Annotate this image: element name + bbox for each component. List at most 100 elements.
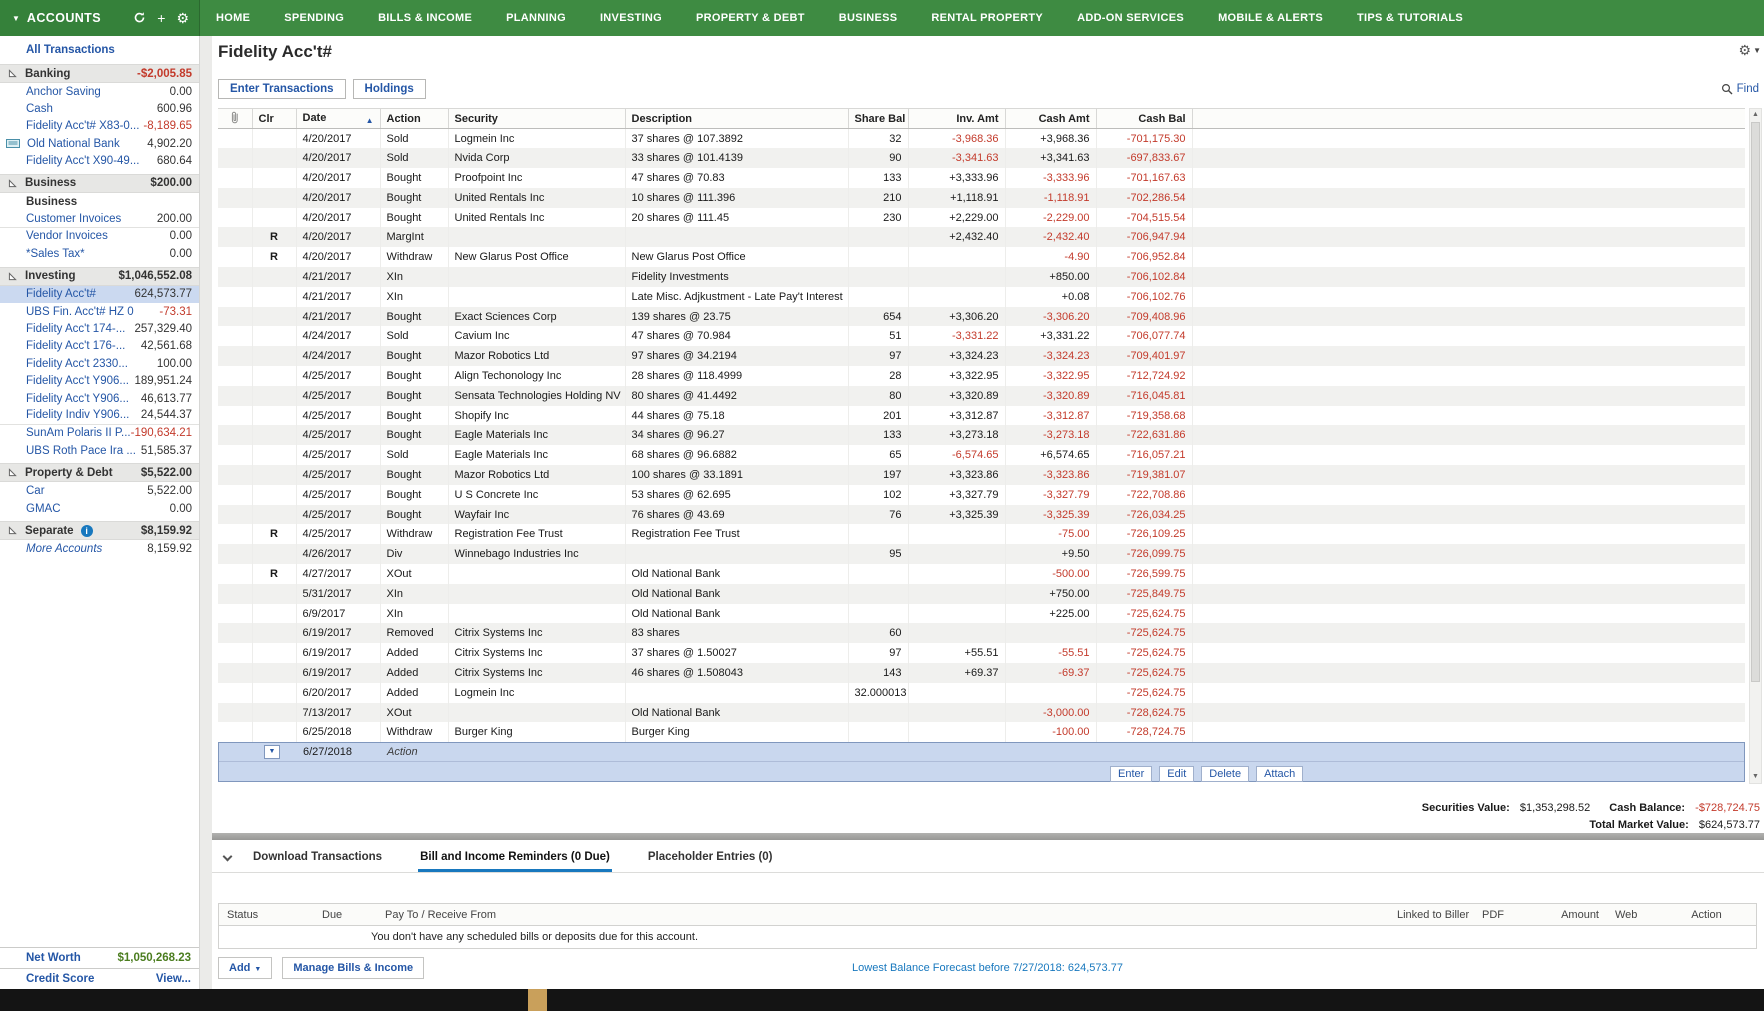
table-row[interactable]: 4/24/2017SoldCavium Inc47 shares @ 70.98… — [218, 326, 1745, 346]
scrollbar-thumb[interactable] — [1751, 122, 1760, 682]
table-row[interactable]: 4/26/2017DivWinnebago Industries Inc95+9… — [218, 544, 1745, 564]
scroll-up-icon[interactable]: ▲ — [1750, 109, 1761, 121]
sidebar-item-fidelity-acc-t[interactable]: Fidelity Acc't#624,573.77 — [0, 286, 199, 303]
nav-item-business[interactable]: BUSINESS — [839, 12, 898, 24]
table-row[interactable]: 4/25/2017SoldEagle Materials Inc68 share… — [218, 445, 1745, 465]
table-row[interactable]: 4/25/2017BoughtEagle Materials Inc34 sha… — [218, 425, 1745, 445]
sidebar-item-sunam-polaris-ii-p[interactable]: SunAm Polaris II P...-190,634.21 — [0, 425, 199, 442]
nav-item-add-on-services[interactable]: ADD-ON SERVICES — [1077, 12, 1184, 24]
table-row[interactable]: 6/25/2018WithdrawBurger KingBurger King-… — [218, 722, 1745, 742]
sidebar-group-header-business[interactable]: Business$200.00 — [0, 174, 199, 193]
new-transaction-entry[interactable]: ▼ 6/27/2018 Action EnterEditDeleteAttach — [218, 742, 1745, 782]
table-row[interactable]: 4/20/2017BoughtUnited Rentals Inc10 shar… — [218, 188, 1745, 208]
net-worth-row[interactable]: Net Worth $1,050,268.23 — [0, 947, 199, 968]
enter-transactions-button[interactable]: Enter Transactions — [218, 79, 346, 99]
table-row[interactable]: 6/9/2017XInOld National Bank+225.00-725,… — [218, 604, 1745, 624]
table-row[interactable]: 4/25/2017BoughtAlign Techonology Inc28 s… — [218, 366, 1745, 386]
column-header-clr[interactable]: Clr — [252, 109, 296, 129]
tab-bill-and-income-reminders-0-due[interactable]: Bill and Income Reminders (0 Due) — [418, 844, 612, 872]
holdings-button[interactable]: Holdings — [353, 79, 426, 99]
table-row[interactable]: 4/20/2017SoldNvida Corp33 shares @ 101.4… — [218, 148, 1745, 168]
table-row[interactable]: 7/13/2017XOutOld National Bank-3,000.00-… — [218, 703, 1745, 723]
table-row[interactable]: R4/27/2017XOutOld National Bank-500.00-7… — [218, 564, 1745, 584]
tab-download-transactions[interactable]: Download Transactions — [251, 844, 384, 872]
sidebar-item-fidelity-acc-t-176[interactable]: Fidelity Acc't 176-...42,561.68 — [0, 338, 199, 355]
table-row[interactable]: 4/21/2017BoughtExact Sciences Corp139 sh… — [218, 307, 1745, 327]
table-row[interactable]: 4/25/2017BoughtSensata Technologies Hold… — [218, 386, 1745, 406]
sidebar-group-header-property-debt[interactable]: Property & Debt$5,522.00 — [0, 463, 199, 482]
sidebar-item-fidelity-indiv-y906[interactable]: Fidelity Indiv Y906...24,544.37 — [0, 407, 199, 424]
credit-score-row[interactable]: Credit Score View... — [0, 968, 199, 989]
edit-button[interactable]: Edit — [1159, 766, 1194, 782]
sort-ascending-icon[interactable]: ▲ — [366, 116, 374, 125]
sidebar-item-fidelity-acc-t-x83-0[interactable]: Fidelity Acc't# X83-0...-8,189.65 — [0, 118, 199, 135]
sidebar-item-fidelity-acc-t-y906[interactable]: Fidelity Acc't Y906...46,613.77 — [0, 390, 199, 407]
sidebar-item-fidelity-acc-t-y906[interactable]: Fidelity Acc't Y906...189,951.24 — [0, 372, 199, 389]
scroll-down-icon[interactable]: ▼ — [1750, 771, 1761, 783]
enter-button[interactable]: Enter — [1110, 766, 1152, 782]
tab-placeholder-entries-0[interactable]: Placeholder Entries (0) — [646, 844, 775, 872]
nav-item-planning[interactable]: PLANNING — [506, 12, 566, 24]
table-row[interactable]: 5/31/2017XInOld National Bank+750.00-725… — [218, 584, 1745, 604]
sidebar-item-cash[interactable]: Cash600.96 — [0, 100, 199, 117]
table-row[interactable]: 6/19/2017AddedCitrix Systems Inc37 share… — [218, 643, 1745, 663]
sidebar-group-header-separate[interactable]: Separatei$8,159.92 — [0, 521, 199, 540]
add-reminder-button[interactable]: Add▼ — [218, 957, 272, 979]
table-row[interactable]: 4/25/2017BoughtShopify Inc44 shares @ 75… — [218, 406, 1745, 426]
sidebar-item-fidelity-acc-t-174[interactable]: Fidelity Acc't 174-...257,329.40 — [0, 320, 199, 337]
sidebar-group-header-investing[interactable]: Investing$1,046,552.08 — [0, 267, 199, 286]
sidebar-item-old-national-bank[interactable]: Old National Bank4,902.20 — [0, 135, 199, 152]
info-icon[interactable]: i — [81, 525, 93, 537]
sidebar-item-all-transactions[interactable]: All Transactions — [0, 39, 199, 60]
table-row[interactable]: 4/20/2017BoughtUnited Rentals Inc20 shar… — [218, 208, 1745, 228]
nav-item-bills-income[interactable]: BILLS & INCOME — [378, 12, 472, 24]
table-row[interactable]: 4/21/2017XInLate Misc. Adjkustment - Lat… — [218, 287, 1745, 307]
sidebar-item-business[interactable]: Business — [0, 193, 199, 210]
column-header-description[interactable]: Description — [625, 109, 848, 129]
nav-item-tips-tutorials[interactable]: TIPS & TUTORIALS — [1357, 12, 1463, 24]
table-row[interactable]: 4/20/2017SoldLogmein Inc37 shares @ 107.… — [218, 129, 1745, 149]
column-header-inv-amt[interactable]: Inv. Amt — [908, 109, 1005, 129]
table-row[interactable]: 4/20/2017BoughtProofpoint Inc47 shares @… — [218, 168, 1745, 188]
sidebar-item-ubs-roth-pace-ira[interactable]: UBS Roth Pace Ira ...51,585.37 — [0, 442, 199, 459]
sidebar-item-anchor-saving[interactable]: Anchor Saving0.00 — [0, 83, 199, 100]
column-header-cash-bal[interactable]: Cash Bal — [1096, 109, 1192, 129]
add-account-icon[interactable]: + — [157, 11, 165, 25]
lowest-balance-forecast-link[interactable]: Lowest Balance Forecast before 7/27/2018… — [852, 962, 1123, 974]
taskbar-app-icon[interactable] — [528, 989, 547, 1011]
table-row[interactable]: 4/21/2017XInFidelity Investments+850.00-… — [218, 267, 1745, 287]
column-header-cash-amt[interactable]: Cash Amt — [1005, 109, 1096, 129]
table-row[interactable]: 6/19/2017RemovedCitrix Systems Inc83 sha… — [218, 623, 1745, 643]
table-row[interactable]: 4/25/2017BoughtU S Concrete Inc53 shares… — [218, 485, 1745, 505]
sidebar-item-car[interactable]: Car5,522.00 — [0, 482, 199, 499]
sidebar-item-gmac[interactable]: GMAC0.00 — [0, 500, 199, 517]
accounts-gear-icon[interactable]: ⚙ — [176, 11, 189, 25]
table-row[interactable]: R4/25/2017WithdrawRegistration Fee Trust… — [218, 524, 1745, 544]
table-row[interactable]: R4/20/2017MargInt+2,432.40-2,432.40-706,… — [218, 227, 1745, 247]
nav-item-investing[interactable]: INVESTING — [600, 12, 662, 24]
sidebar-item-vendor-invoices[interactable]: Vendor Invoices0.00 — [0, 228, 199, 245]
table-row[interactable]: 4/25/2017BoughtWayfair Inc76 shares @ 43… — [218, 505, 1745, 525]
column-header-security[interactable]: Security — [448, 109, 625, 129]
column-header-share-bal[interactable]: Share Bal — [848, 109, 908, 129]
panel-splitter[interactable] — [212, 833, 1764, 840]
account-actions-gear[interactable]: ⚙ ▼ — [1739, 42, 1761, 59]
manage-bills-income-button[interactable]: Manage Bills & Income — [282, 957, 424, 979]
refresh-icon[interactable] — [133, 11, 146, 26]
column-header-action[interactable]: Action — [380, 109, 448, 129]
sidebar-item-customer-invoices[interactable]: Customer Invoices200.00 — [0, 210, 199, 227]
nav-item-mobile-alerts[interactable]: MOBILE & ALERTS — [1218, 12, 1323, 24]
table-row[interactable]: 4/25/2017BoughtMazor Robotics Ltd100 sha… — [218, 465, 1745, 485]
register-scrollbar[interactable]: ▲ ▼ — [1749, 108, 1762, 784]
nav-item-spending[interactable]: SPENDING — [284, 12, 344, 24]
sidebar-item-more-accounts[interactable]: More Accounts8,159.92 — [0, 540, 199, 557]
delete-button[interactable]: Delete — [1201, 766, 1249, 782]
sidebar-item-fidelity-acc-t-x90-49[interactable]: Fidelity Acc't X90-49...680.64 — [0, 153, 199, 170]
entry-date-field[interactable]: 6/27/2018 — [303, 746, 352, 758]
column-header-attachment[interactable] — [218, 109, 252, 129]
credit-score-view-link[interactable]: View... — [156, 973, 191, 985]
nav-item-home[interactable]: HOME — [216, 12, 250, 24]
find-button[interactable]: Find — [1721, 83, 1759, 95]
entry-dropdown-button[interactable]: ▼ — [264, 745, 280, 759]
sidebar-item-sales-tax[interactable]: *Sales Tax*0.00 — [0, 245, 199, 262]
